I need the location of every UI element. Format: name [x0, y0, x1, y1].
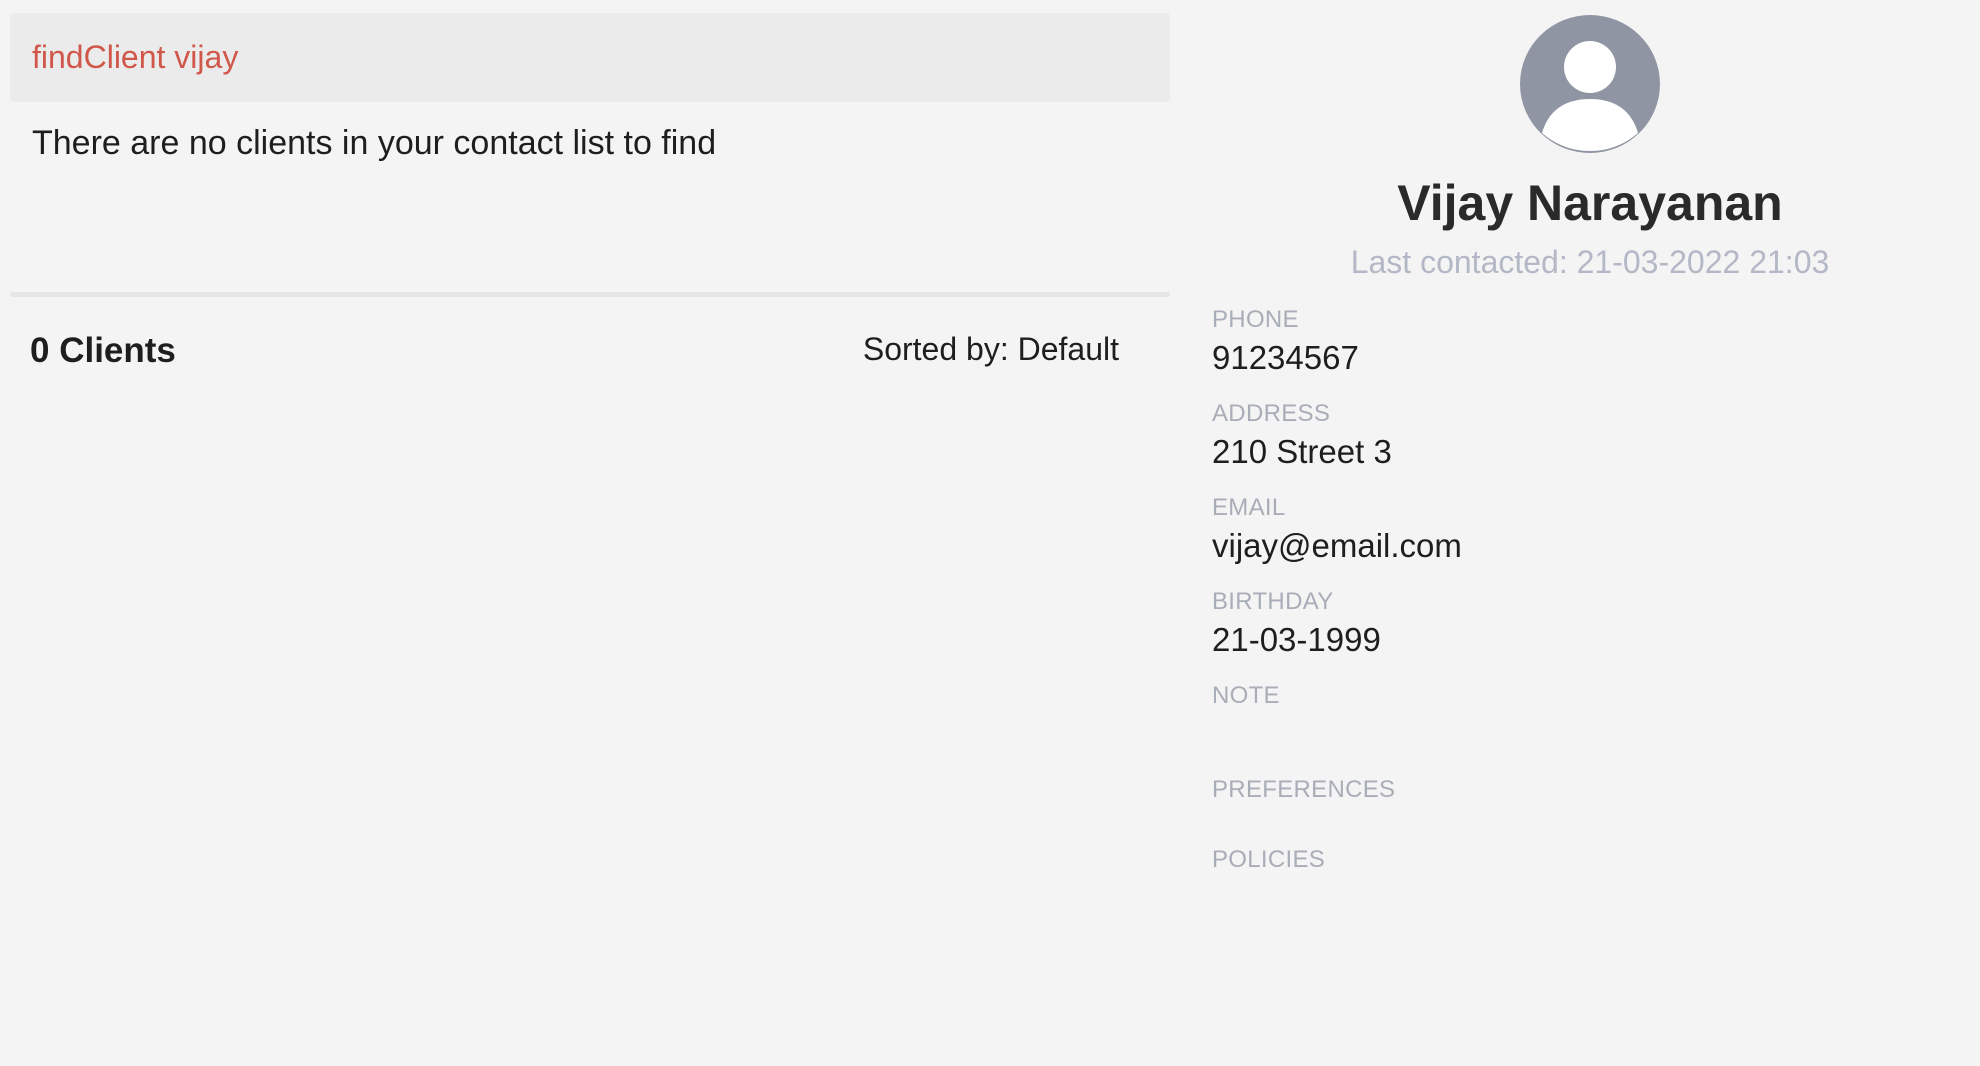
field-phone: PHONE 91234567	[1212, 304, 1462, 380]
client-fields: PHONE 91234567 ADDRESS 210 Street 3 EMAI…	[1212, 304, 1462, 938]
sort-label: Sorted by: Default	[862, 331, 1119, 367]
field-label: POLICIES	[1212, 846, 1326, 873]
field-address: ADDRESS 210 Street 3	[1212, 398, 1462, 474]
field-value	[1212, 876, 1462, 920]
client-name: Vijay Narayanan	[1397, 175, 1783, 231]
field-value	[1212, 712, 1462, 756]
client-list-panel: findClient vijay There are no clients in…	[10, 13, 1170, 377]
field-label: PHONE	[1212, 306, 1299, 333]
client-count: 0 Clients	[30, 331, 176, 370]
field-value: vijay@email.com	[1212, 527, 1462, 564]
result-display: There are no clients in your contact lis…	[10, 102, 1170, 292]
field-note: NOTE	[1212, 680, 1462, 756]
field-policies: POLICIES	[1212, 844, 1462, 920]
field-value	[1212, 806, 1462, 832]
field-preferences: PREFERENCES	[1212, 774, 1462, 832]
field-label: ADDRESS	[1212, 400, 1331, 427]
last-contacted: Last contacted: 21-03-2022 21:03	[1350, 244, 1830, 280]
command-echo: findClient vijay	[32, 39, 239, 75]
field-value: 210 Street 3	[1212, 433, 1392, 470]
field-label: EMAIL	[1212, 494, 1286, 521]
field-label: PREFERENCES	[1212, 776, 1396, 803]
field-label: BIRTHDAY	[1212, 588, 1334, 615]
user-avatar-icon	[1520, 15, 1660, 153]
field-birthday: BIRTHDAY 21-03-1999	[1212, 586, 1462, 662]
field-value: 21-03-1999	[1212, 621, 1381, 658]
app-window: findClient vijay There are no clients in…	[0, 0, 1980, 1066]
client-detail-panel: Vijay Narayanan Last contacted: 21-03-20…	[1190, 0, 1980, 1066]
command-result-box: findClient vijay	[10, 13, 1170, 102]
field-label: NOTE	[1212, 682, 1280, 709]
result-message: There are no clients in your contact lis…	[32, 124, 717, 162]
client-list-header: 0 Clients Sorted by: Default	[10, 297, 1170, 377]
field-value: 91234567	[1212, 339, 1359, 376]
field-email: EMAIL vijay@email.com	[1212, 492, 1462, 568]
